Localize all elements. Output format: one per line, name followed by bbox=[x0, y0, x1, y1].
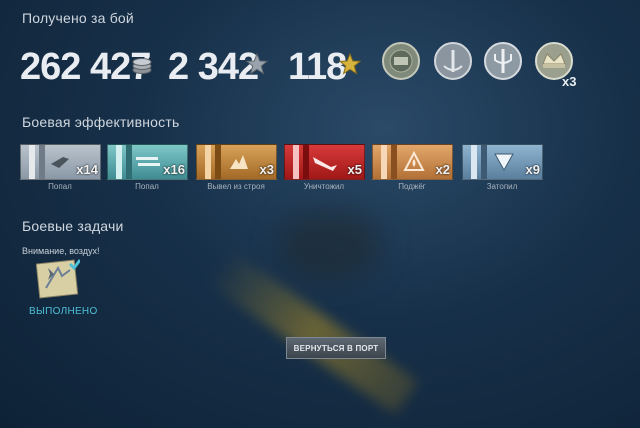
ribbon-count: x14 bbox=[76, 162, 98, 177]
ribbon-torpedo-hit[interactable]: x16 bbox=[107, 144, 188, 180]
ribbon-fire[interactable]: x2 bbox=[372, 144, 453, 180]
ribbon-label: Затопил bbox=[486, 182, 518, 191]
credits-icon bbox=[132, 58, 152, 74]
task-name: Внимание, воздух! bbox=[22, 246, 100, 256]
fire-icon bbox=[403, 151, 425, 171]
ribbon-count: x5 bbox=[347, 162, 362, 177]
ribbon-label: Вывел из строя bbox=[207, 182, 265, 191]
destroyed-ship-icon bbox=[313, 157, 337, 171]
ribbon-label: Уничтожил bbox=[303, 182, 345, 191]
ribbon-count: x3 bbox=[259, 162, 274, 177]
battle-rewards-title: Получено за бой bbox=[22, 10, 134, 26]
shell-hit-icon bbox=[51, 157, 69, 168]
return-to-port-button[interactable]: ВЕРНУТЬСЯ В ПОРТ bbox=[286, 337, 386, 359]
background-ship-smoke bbox=[280, 210, 380, 280]
incapacitation-icon bbox=[230, 155, 248, 169]
battle-efficiency-title: Боевая эффективность bbox=[22, 114, 180, 130]
anchor-wreath-medal-icon[interactable] bbox=[432, 40, 474, 82]
ribbon-shell-hit[interactable]: x14 bbox=[20, 144, 101, 180]
ribbon-incapacitation[interactable]: x3 bbox=[196, 144, 277, 180]
seal-medal-icon[interactable] bbox=[380, 40, 422, 82]
ribbon-count: x16 bbox=[163, 162, 185, 177]
task-status: ВЫПОЛНЕНО bbox=[29, 306, 98, 317]
ribbon-flooding[interactable]: x9 bbox=[462, 144, 543, 180]
ribbon-label: Попал bbox=[135, 182, 159, 191]
ribbon-destroyed[interactable]: x5 bbox=[284, 144, 365, 180]
experience-star-icon bbox=[245, 52, 269, 75]
ribbon-count: x9 bbox=[525, 162, 540, 177]
ribbon-label: Поджёг bbox=[398, 182, 426, 191]
flooding-icon bbox=[494, 153, 514, 172]
medal-count-label: x3 bbox=[562, 74, 577, 89]
ribbon-count: x2 bbox=[435, 162, 450, 177]
aircraft-map-icon[interactable] bbox=[36, 258, 80, 300]
battle-tasks-title: Боевые задачи bbox=[22, 218, 124, 234]
trident-medal-icon[interactable] bbox=[482, 40, 524, 82]
torpedo-hit-icon bbox=[136, 157, 160, 166]
ribbon-label: Попал bbox=[48, 182, 72, 191]
free-experience-star-icon bbox=[338, 52, 362, 75]
